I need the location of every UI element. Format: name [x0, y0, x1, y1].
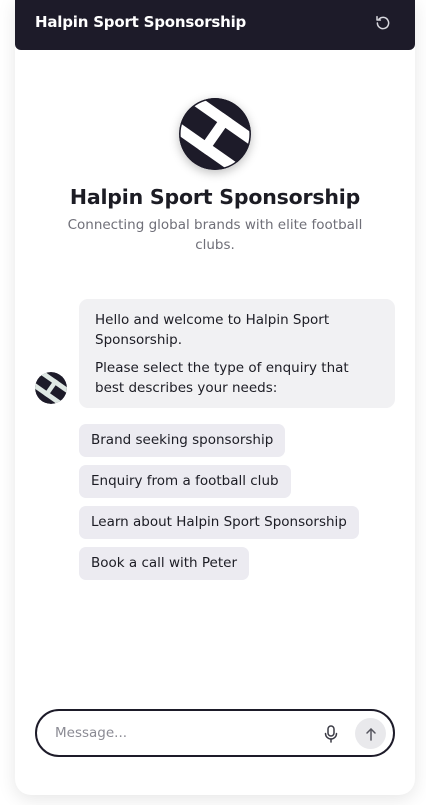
- option-learn-about-halpin[interactable]: Learn about Halpin Sport Sponsorship: [79, 506, 359, 539]
- option-brand-seeking-sponsorship[interactable]: Brand seeking sponsorship: [79, 424, 286, 457]
- restart-chat-button[interactable]: [372, 12, 394, 34]
- halpin-h-logo-icon: [35, 372, 67, 404]
- brand-tagline: Connecting global brands with elite foot…: [67, 217, 363, 253]
- chat-widget: Halpin Sport Sponsorship Halpin Sport Sp…: [15, 0, 415, 795]
- send-button[interactable]: [355, 718, 386, 749]
- header-title: Halpin Sport Sponsorship: [35, 13, 247, 31]
- refresh-icon: [376, 15, 390, 30]
- microphone-icon: [324, 725, 338, 743]
- bot-avatar: [35, 372, 67, 404]
- option-football-club-enquiry[interactable]: Enquiry from a football club: [79, 465, 291, 498]
- brand-name: Halpin Sport Sponsorship: [69, 185, 361, 209]
- option-book-call[interactable]: Book a call with Peter: [79, 547, 249, 580]
- voice-input-button[interactable]: [322, 724, 340, 744]
- message-input[interactable]: [55, 723, 305, 743]
- brand-logo: [179, 98, 251, 170]
- chat-header: Halpin Sport Sponsorship: [15, 0, 415, 50]
- message-composer: [35, 709, 395, 757]
- bot-message-text: Hello and welcome to Halpin Sport Sponso…: [95, 312, 330, 348]
- arrow-up-icon: [365, 727, 376, 741]
- bot-message-bubble: Hello and welcome to Halpin Sport Sponso…: [79, 299, 395, 408]
- bot-message-text: Please select the type of enquiry that b…: [95, 360, 349, 396]
- halpin-h-logo-icon: [179, 98, 251, 170]
